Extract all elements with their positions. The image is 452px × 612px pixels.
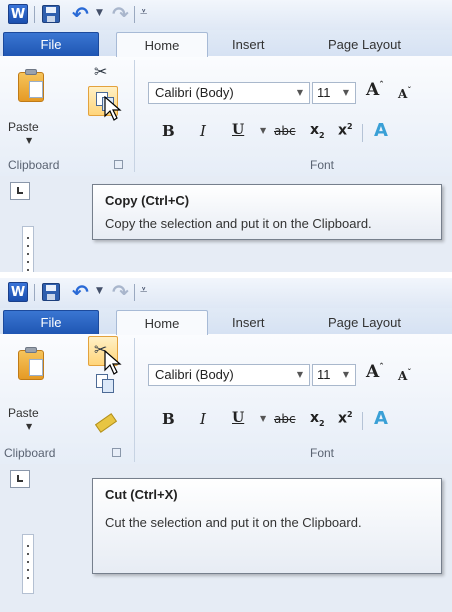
- group-divider: [134, 60, 135, 172]
- screenshot-cut: W ↶ ▼ ↷ ⩡ File Home Insert Page Layout P…: [0, 278, 452, 612]
- shrink-font-icon[interactable]: Aˇ: [398, 367, 411, 383]
- font-size-select[interactable]: 11 ▼: [312, 364, 356, 386]
- qat-separator: [34, 284, 35, 301]
- tab-selector-icon[interactable]: [10, 470, 30, 488]
- tooltip: Cut (Ctrl+X) Cut the selection and put i…: [92, 478, 442, 574]
- clipboard-group-label: Clipboard: [4, 446, 56, 460]
- chevron-down-icon: ▼: [342, 370, 349, 379]
- text-effects-icon[interactable]: A: [374, 120, 388, 141]
- ruler-area: Cut (Ctrl+X) Cut the selection and put i…: [0, 464, 452, 612]
- vertical-ruler: [22, 534, 34, 594]
- format-separator: [362, 412, 363, 430]
- ribbon-tabs: File Home Insert Page Layout: [0, 30, 452, 57]
- font-size-value: 11: [317, 367, 331, 382]
- ribbon-home: Paste ▼ ✂ Clipboard Calibri (Body) ▼ 11 …: [0, 56, 452, 177]
- clipboard-paste-icon: [18, 347, 44, 380]
- font-size-value: 11: [317, 85, 331, 100]
- word-app-icon: W: [8, 4, 28, 24]
- bold-icon[interactable]: B: [162, 410, 175, 428]
- shrink-font-icon[interactable]: Aˇ: [398, 85, 411, 101]
- undo-icon[interactable]: ↶: [72, 280, 89, 304]
- screenshot-copy: W ↶ ▼ ↷ ⩡ File Home Insert Page Layout P…: [0, 0, 452, 272]
- superscript-icon[interactable]: x2: [338, 122, 353, 139]
- tooltip: Copy (Ctrl+C) Copy the selection and put…: [92, 184, 442, 240]
- chevron-down-icon[interactable]: ▼: [260, 126, 266, 135]
- scissors-icon[interactable]: ✂: [94, 62, 107, 81]
- tab-file[interactable]: File: [3, 310, 99, 334]
- chevron-down-icon[interactable]: ▼: [260, 414, 266, 423]
- customize-qat-icon[interactable]: ⩡: [140, 5, 147, 20]
- subscript-icon[interactable]: x2: [310, 410, 325, 428]
- font-group-label: Font: [310, 158, 335, 172]
- paste-label: Paste: [8, 120, 39, 134]
- redo-icon[interactable]: ↷: [112, 280, 129, 304]
- clipboard-group-label: Clipboard: [8, 158, 60, 172]
- save-icon[interactable]: [42, 5, 60, 23]
- redo-icon[interactable]: ↷: [112, 2, 129, 26]
- brush-icon[interactable]: [94, 413, 118, 433]
- tab-home[interactable]: Home: [116, 310, 208, 335]
- tab-page-layout[interactable]: Page Layout: [328, 32, 401, 56]
- dialog-launcher-icon[interactable]: [114, 160, 123, 169]
- tab-home[interactable]: Home: [116, 32, 208, 57]
- dialog-launcher-icon[interactable]: [112, 448, 121, 457]
- bold-icon[interactable]: B: [162, 122, 175, 140]
- qat-separator: [134, 284, 135, 301]
- subscript-icon[interactable]: x2: [310, 122, 325, 140]
- chevron-down-icon: ▼: [26, 422, 33, 431]
- format-separator: [362, 124, 363, 142]
- tab-file[interactable]: File: [3, 32, 99, 56]
- text-effects-icon[interactable]: A: [374, 408, 388, 429]
- font-size-select[interactable]: 11 ▼: [312, 82, 356, 104]
- tab-page-layout[interactable]: Page Layout: [328, 310, 401, 334]
- strikethrough-icon[interactable]: abc: [274, 412, 296, 426]
- strikethrough-icon[interactable]: abc: [274, 124, 296, 138]
- qat-separator: [134, 6, 135, 23]
- word-app-icon: W: [8, 282, 28, 302]
- undo-dropdown-icon[interactable]: ▼: [96, 286, 103, 296]
- font-name-value: Calibri (Body): [155, 85, 234, 100]
- chevron-down-icon: ▼: [26, 136, 33, 145]
- chevron-down-icon: ▼: [342, 88, 349, 97]
- superscript-icon[interactable]: x2: [338, 410, 353, 427]
- ribbon-home: Paste ▼ ✂ Clipboard Calibri (Body) ▼ 11 …: [0, 334, 452, 465]
- italic-icon[interactable]: I: [200, 122, 206, 140]
- chevron-down-icon: ▼: [296, 370, 303, 379]
- tooltip-title: Cut (Ctrl+X): [105, 487, 178, 502]
- qat-separator: [34, 6, 35, 23]
- font-name-select[interactable]: Calibri (Body) ▼: [148, 82, 310, 104]
- undo-icon[interactable]: ↶: [72, 2, 89, 26]
- clipboard-paste-icon: [18, 69, 44, 102]
- tab-insert[interactable]: Insert: [232, 310, 265, 334]
- vertical-ruler: [22, 226, 34, 272]
- font-name-select[interactable]: Calibri (Body) ▼: [148, 364, 310, 386]
- tab-selector-icon[interactable]: [10, 182, 30, 200]
- save-icon[interactable]: [42, 283, 60, 301]
- italic-icon[interactable]: I: [200, 410, 206, 428]
- font-group-label: Font: [310, 446, 335, 460]
- chevron-down-icon: ▼: [296, 88, 303, 97]
- title-bar: W ↶ ▼ ↷ ⩡: [0, 0, 452, 30]
- undo-dropdown-icon[interactable]: ▼: [96, 8, 103, 18]
- grow-font-icon[interactable]: Aˆ: [366, 362, 384, 382]
- ruler-area: Copy (Ctrl+C) Copy the selection and put…: [0, 176, 452, 272]
- customize-qat-icon[interactable]: ⩡: [140, 283, 147, 298]
- group-divider: [134, 338, 135, 462]
- underline-icon[interactable]: U: [232, 122, 244, 138]
- tooltip-body: Copy the selection and put it on the Cli…: [105, 216, 372, 231]
- paste-label: Paste: [8, 406, 39, 420]
- font-name-value: Calibri (Body): [155, 367, 234, 382]
- tooltip-title: Copy (Ctrl+C): [105, 193, 190, 208]
- grow-font-icon[interactable]: Aˆ: [366, 80, 384, 100]
- underline-icon[interactable]: U: [232, 410, 244, 426]
- tab-insert[interactable]: Insert: [232, 32, 265, 56]
- title-bar: W ↶ ▼ ↷ ⩡: [0, 278, 452, 308]
- ribbon-tabs: File Home Insert Page Layout: [0, 308, 452, 335]
- tooltip-body: Cut the selection and put it on the Clip…: [105, 515, 362, 530]
